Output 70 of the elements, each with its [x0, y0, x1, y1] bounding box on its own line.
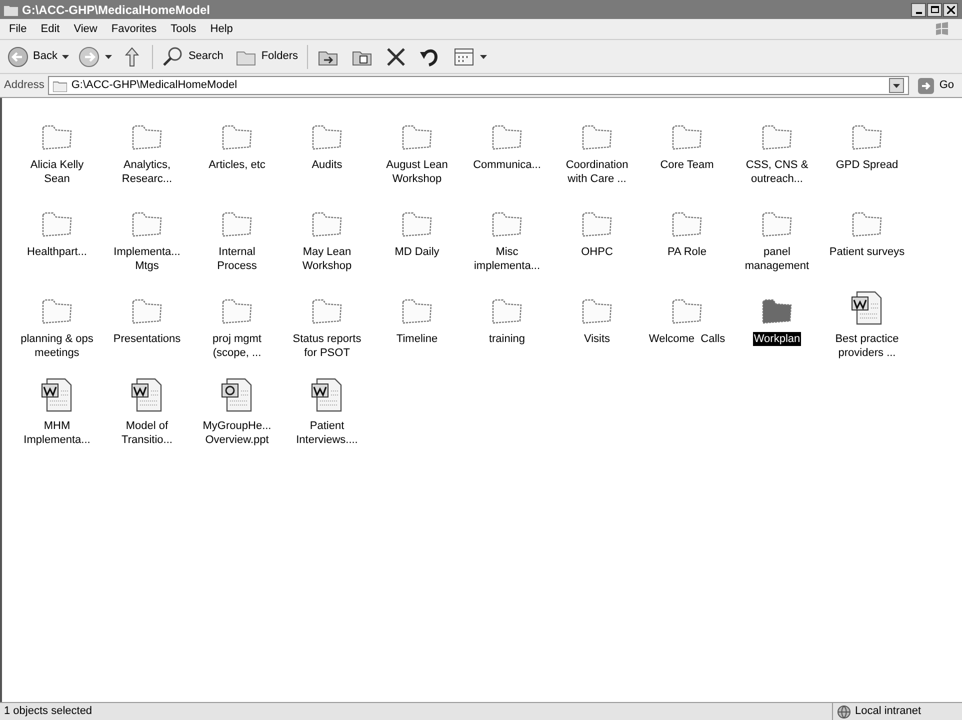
item-label[interactable]: planning & ops meetings — [17, 332, 97, 360]
item-label[interactable]: May Lean Workshop — [287, 245, 367, 273]
status-text: 1 objects selected — [3, 704, 94, 720]
dropdown-caret-icon — [62, 54, 70, 58]
globe-icon — [837, 704, 851, 718]
dropdown-caret-icon — [480, 54, 488, 58]
item-label[interactable]: Core Team — [659, 158, 715, 172]
word-document-icon — [130, 377, 164, 413]
folder-icon — [53, 80, 68, 92]
item-label[interactable]: Audits — [310, 158, 344, 172]
toolbar-button[interactable]: Search — [159, 42, 226, 70]
item-label[interactable]: Patient Interviews.... — [287, 419, 367, 447]
menu-item[interactable]: File — [4, 20, 32, 38]
item-label[interactable]: Coordination with Care ... — [557, 158, 637, 186]
item-label[interactable]: Workplan — [752, 332, 802, 346]
menu-item[interactable]: Help — [205, 20, 238, 38]
item-label[interactable]: Implementa... Mtgs — [107, 245, 187, 273]
views-icon — [453, 46, 476, 68]
item-label[interactable]: Misc implementa... — [467, 245, 547, 273]
item-label[interactable]: PA Role — [666, 245, 708, 259]
item-label[interactable]: CSS, CNS & outreach... — [737, 158, 817, 186]
word-document-icon — [850, 290, 884, 326]
item-label[interactable]: Communica... — [472, 158, 542, 172]
search-icon — [162, 46, 184, 68]
item-label[interactable]: Model of Transitio... — [107, 419, 187, 447]
menu-item[interactable]: View — [68, 20, 102, 38]
address-label: Address — [4, 78, 44, 94]
item-label[interactable]: Welcome Calls — [648, 332, 726, 346]
item-label[interactable]: Timeline — [395, 332, 439, 346]
item-label[interactable]: Internal Process — [197, 245, 277, 273]
word-document-icon — [40, 377, 74, 413]
item-label[interactable]: Healthpart... — [26, 245, 88, 259]
minimize-button[interactable] — [911, 2, 926, 16]
address-field[interactable]: G:\ACC-GHP\MedicalHomeModel — [48, 76, 910, 95]
dropdown-caret-icon — [893, 84, 900, 88]
item-label[interactable]: OHPC — [580, 245, 614, 259]
close-button[interactable] — [943, 2, 958, 16]
slide-document-icon — [220, 377, 254, 413]
item-label[interactable]: Patient surveys — [828, 245, 906, 259]
close-icon — [946, 6, 954, 14]
item-label[interactable]: panel management — [737, 245, 817, 273]
item-label[interactable]: proj mgmt (scope, ... — [197, 332, 277, 360]
toolbar-button[interactable]: Back — [4, 42, 60, 70]
toolbar-button[interactable]: Folders — [232, 42, 302, 70]
item-label[interactable]: MHM Implementa... — [17, 419, 97, 447]
dropdown-button[interactable] — [889, 78, 904, 93]
item-label[interactable]: Best practice providers ... — [827, 332, 907, 360]
item-label[interactable]: Presentations — [112, 332, 182, 346]
item-label[interactable]: GPD Spread — [834, 158, 900, 172]
item-label[interactable]: MyGroupHe... Overview.ppt — [197, 419, 277, 447]
menu-item[interactable]: Favorites — [106, 20, 162, 38]
folder-icon — [4, 4, 18, 16]
go-button[interactable]: Go — [913, 76, 958, 94]
dropdown-caret-icon — [105, 54, 112, 58]
delete-x-icon — [385, 46, 408, 68]
item-label[interactable]: August Lean Workshop — [377, 158, 457, 186]
item-label[interactable]: MD Daily — [394, 245, 440, 259]
menu-item[interactable]: Edit — [36, 20, 65, 38]
item-label[interactable]: Analytics, Researc... — [107, 158, 187, 186]
item-label[interactable]: Alicia Kelly Sean — [17, 158, 97, 186]
word-document-icon — [310, 377, 344, 413]
zone-label: Local intranet — [855, 704, 922, 720]
menu-item[interactable]: Tools — [166, 20, 202, 38]
item-label[interactable]: Articles, etc — [208, 158, 266, 172]
item-label[interactable]: training — [488, 332, 526, 346]
windows-flag-icon — [934, 21, 950, 37]
maximize-button[interactable] — [927, 2, 942, 16]
window-title: G:\ACC-GHP\MedicalHomeModel — [22, 2, 210, 18]
item-label[interactable]: Status reports for PSOT — [287, 332, 367, 360]
item-label[interactable]: Visits — [582, 332, 612, 346]
